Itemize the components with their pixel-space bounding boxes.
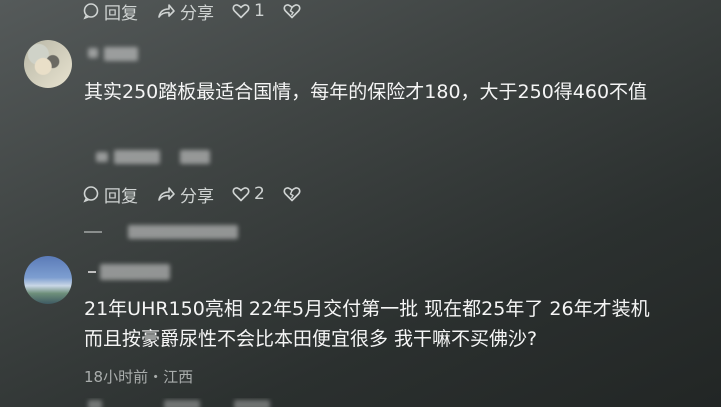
comment-bubble-icon <box>83 186 99 203</box>
heart-icon <box>232 4 250 19</box>
meta-blur <box>180 150 210 164</box>
divider-line <box>84 231 102 233</box>
clipped-icon <box>234 400 270 407</box>
comment-text: 21年UHR150亮相 22年5月交付第一批 现在都25年了 26年才装机 而且… <box>84 294 714 354</box>
clipped-icon <box>88 400 102 407</box>
comment-meta-blurred <box>84 148 214 168</box>
broken-heart-icon <box>283 187 301 202</box>
clipped-icon <box>164 400 200 407</box>
share-button[interactable]: 分享 <box>156 0 214 24</box>
comment-meta: 18小时前・江西 <box>84 368 194 386</box>
comment-text: 其实250踏板最适合国情，每年的保险才180，大于250得460不值 <box>84 81 648 103</box>
share-button[interactable]: 分享 <box>156 182 214 207</box>
share-arrow-icon <box>158 4 175 18</box>
share-label: 分享 <box>180 186 214 207</box>
username-blur <box>104 47 138 61</box>
comment-bubble-icon <box>83 3 99 20</box>
replies-blur <box>128 225 238 239</box>
share-label: 分享 <box>180 3 214 24</box>
reply-button[interactable]: 回复 <box>82 0 138 24</box>
share-arrow-icon <box>158 187 175 201</box>
reply-label: 回复 <box>104 186 138 207</box>
heart-icon <box>232 187 250 202</box>
avatar[interactable] <box>24 40 72 88</box>
meta-blur <box>114 150 160 164</box>
expand-replies-link[interactable] <box>84 222 244 242</box>
username-blur <box>100 264 170 280</box>
username-blur <box>88 271 96 273</box>
comment-text-line: 而且按豪爵尿性不会比本田便宜很多 我干嘛不买佛沙? <box>84 328 538 350</box>
like-count: 2 <box>254 184 265 204</box>
comment-text-line: 21年UHR150亮相 22年5月交付第一批 现在都25年了 26年才装机 <box>84 298 650 320</box>
meta-blur <box>96 152 108 162</box>
reply-label: 回复 <box>104 3 138 24</box>
dislike-button[interactable] <box>283 186 305 202</box>
top-comment-actions: 回复 分享 1 <box>82 0 323 24</box>
username-blur <box>88 48 98 58</box>
avatar[interactable] <box>24 256 72 304</box>
like-button[interactable]: 2 <box>232 184 265 204</box>
clipped-comment-actions <box>84 398 304 407</box>
dislike-button[interactable] <box>283 3 305 19</box>
reply-button[interactable]: 回复 <box>82 182 138 207</box>
like-button[interactable]: 1 <box>232 1 265 21</box>
like-count: 1 <box>254 1 265 21</box>
broken-heart-icon <box>283 4 301 19</box>
comment-actions: 回复 分享 2 <box>82 182 323 207</box>
